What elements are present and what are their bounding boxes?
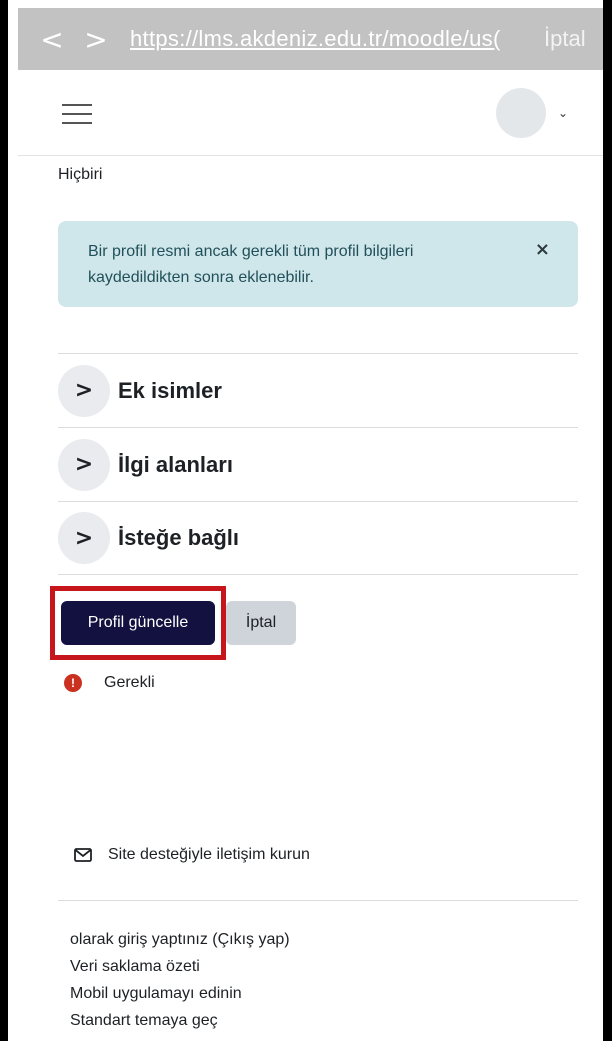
envelope-icon bbox=[74, 848, 92, 862]
data-retention-link[interactable]: Veri saklama özeti bbox=[70, 953, 290, 980]
chevron-right-icon[interactable]: > bbox=[58, 512, 110, 564]
screen-frame: < > https://lms.akdeniz.edu.tr/moodle/us… bbox=[5, 0, 607, 1041]
main-content: Hiçbiri Bir profil resmi ancak gerekli t… bbox=[18, 156, 603, 1041]
alert-text: Bir profil resmi ancak gerekli tüm profi… bbox=[88, 243, 414, 286]
forward-arrow-icon[interactable]: > bbox=[76, 8, 116, 70]
chevron-down-icon[interactable]: ⌄ bbox=[558, 106, 568, 120]
section-title[interactable]: İsteğe bağlı bbox=[118, 525, 239, 551]
section-ilgi-alanlari[interactable]: > İlgi alanları bbox=[58, 427, 578, 501]
section-title[interactable]: Ek isimler bbox=[118, 378, 222, 404]
logged-in-info[interactable]: olarak giriş yaptınız (Çıkış yap) bbox=[70, 926, 290, 953]
avatar[interactable] bbox=[496, 88, 546, 138]
cancel-button[interactable]: İptal bbox=[226, 601, 296, 645]
required-label: Gerekli bbox=[104, 674, 155, 691]
profile-picture-alert: Bir profil resmi ancak gerekli tüm profi… bbox=[58, 221, 578, 307]
browser-address-bar: < > https://lms.akdeniz.edu.tr/moodle/us… bbox=[18, 8, 603, 70]
hamburger-icon[interactable] bbox=[62, 104, 92, 124]
standard-theme-link[interactable]: Standart temaya geç bbox=[70, 1007, 290, 1034]
exclamation-icon: ! bbox=[64, 674, 82, 692]
section-istege-bagli[interactable]: > İsteğe bağlı bbox=[58, 501, 578, 575]
page-header: ⌄ bbox=[18, 70, 603, 156]
field-static-value: Hiçbiri bbox=[58, 166, 103, 183]
section-ek-isimler[interactable]: > Ek isimler bbox=[58, 353, 578, 427]
footer-links: olarak giriş yaptınız (Çıkış yap) Veri s… bbox=[70, 926, 290, 1034]
close-icon[interactable]: × bbox=[535, 237, 550, 263]
browser-cancel-button[interactable]: İptal bbox=[544, 26, 586, 52]
footer-divider bbox=[58, 900, 578, 901]
update-profile-button[interactable]: Profil güncelle bbox=[61, 601, 215, 645]
required-legend: ! Gerekli bbox=[64, 674, 155, 692]
support-link-label[interactable]: Site desteğiyle iletişim kurun bbox=[108, 846, 310, 864]
mobile-app-link[interactable]: Mobil uygulamayı edinin bbox=[70, 980, 290, 1007]
support-contact-link[interactable]: Site desteğiyle iletişim kurun bbox=[74, 846, 310, 864]
chevron-right-icon[interactable]: > bbox=[58, 364, 110, 417]
url-field[interactable]: https://lms.akdeniz.edu.tr/moodle/us( bbox=[130, 26, 522, 52]
section-title[interactable]: İlgi alanları bbox=[118, 452, 233, 478]
chevron-right-icon[interactable]: > bbox=[58, 438, 110, 491]
back-arrow-icon[interactable]: < bbox=[32, 8, 72, 70]
